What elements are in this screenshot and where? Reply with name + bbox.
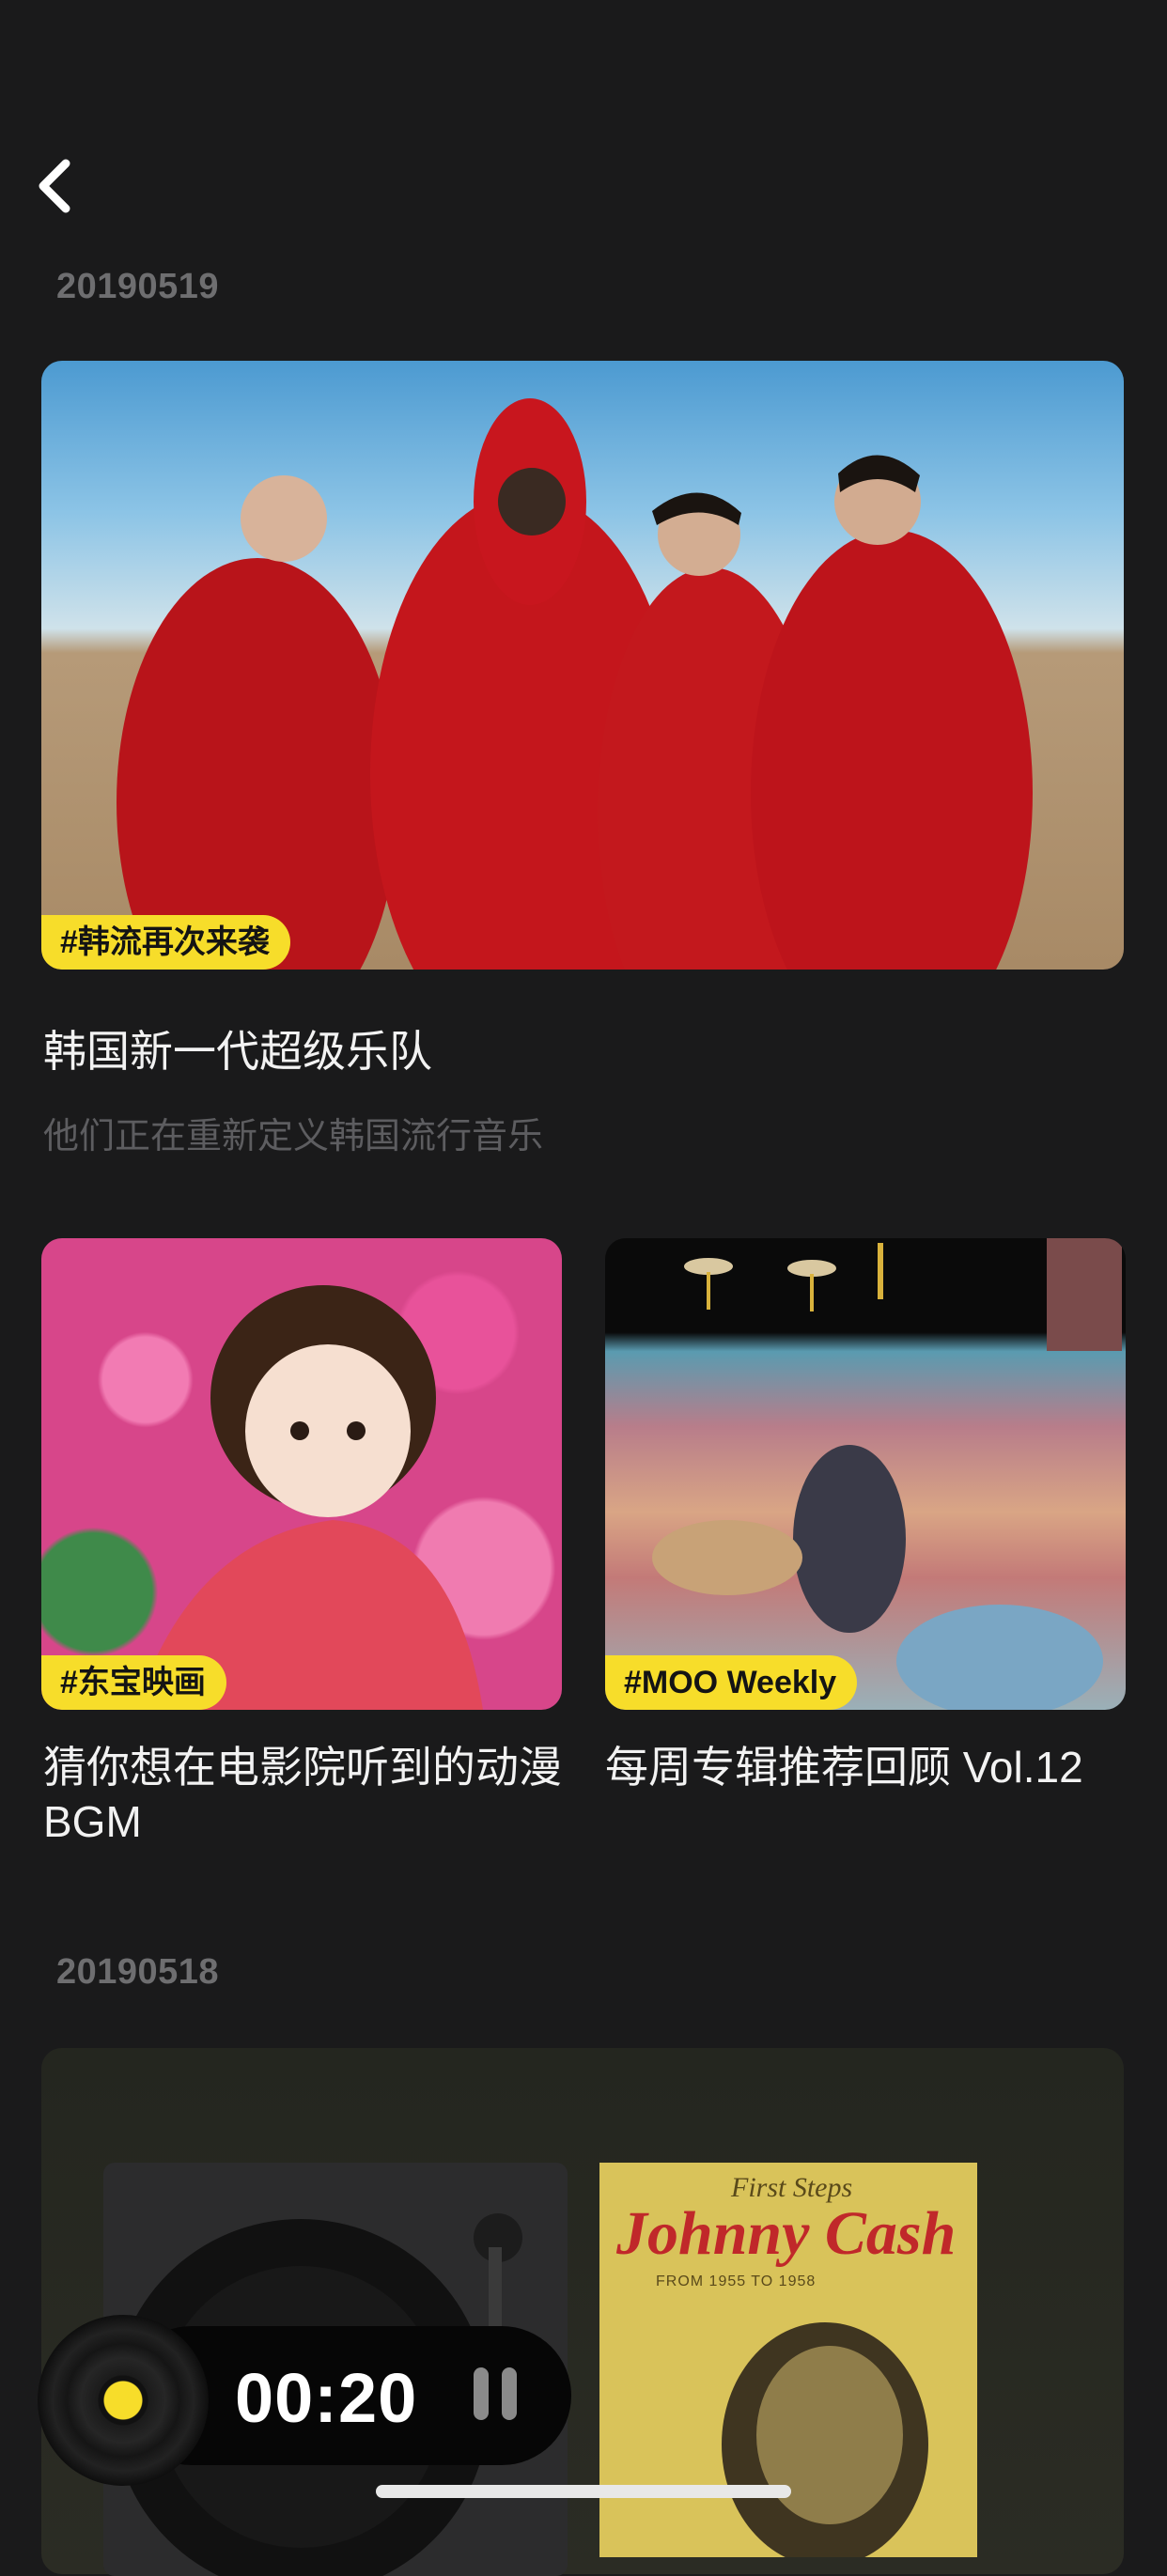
featured-title[interactable]: 韩国新一代超级乐队 <box>43 1024 432 1079</box>
player-time: 00:20 <box>235 2359 418 2437</box>
home-indicator[interactable] <box>376 2485 791 2498</box>
featured-tag[interactable]: #韩流再次来袭 <box>41 915 290 970</box>
card-tag-toho[interactable]: #东宝映画 <box>41 1655 226 1710</box>
album-artist: Johnny Cash <box>616 2199 957 2268</box>
section-date: 20190518 <box>56 1952 220 1992</box>
pause-icon <box>474 2367 489 2420</box>
album-years: FROM 1955 TO 1958 <box>656 2273 817 2289</box>
album-portrait <box>722 2322 928 2557</box>
anime-artwork <box>135 1285 483 1710</box>
card-image-weekly[interactable]: #MOO Weekly <box>605 1238 1126 1710</box>
card-title-weekly[interactable]: 每周专辑推荐回顾 Vol.12 <box>605 1740 1131 1794</box>
vinyl-disc-icon[interactable] <box>38 2315 209 2486</box>
section-date: 20190519 <box>56 267 220 306</box>
band-photo <box>117 398 1033 970</box>
album-cover-johnny-cash: First Steps Johnny Cash FROM 1955 TO 195… <box>599 2163 977 2557</box>
back-button[interactable] <box>28 150 94 225</box>
featured-subtitle: 他们正在重新定义韩国流行音乐 <box>43 1117 544 1156</box>
card-title-anime[interactable]: 猜你想在电影院听到的动漫 BGM <box>43 1740 569 1849</box>
card-tag-moo-weekly[interactable]: #MOO Weekly <box>605 1655 858 1710</box>
pause-button[interactable] <box>470 2367 521 2426</box>
painting-artwork <box>652 1238 1122 1710</box>
card-image-anime[interactable]: #东宝映画 <box>41 1238 562 1710</box>
chevron-left-icon <box>39 159 70 213</box>
featured-card-image[interactable]: #韩流再次来袭 <box>41 361 1124 970</box>
